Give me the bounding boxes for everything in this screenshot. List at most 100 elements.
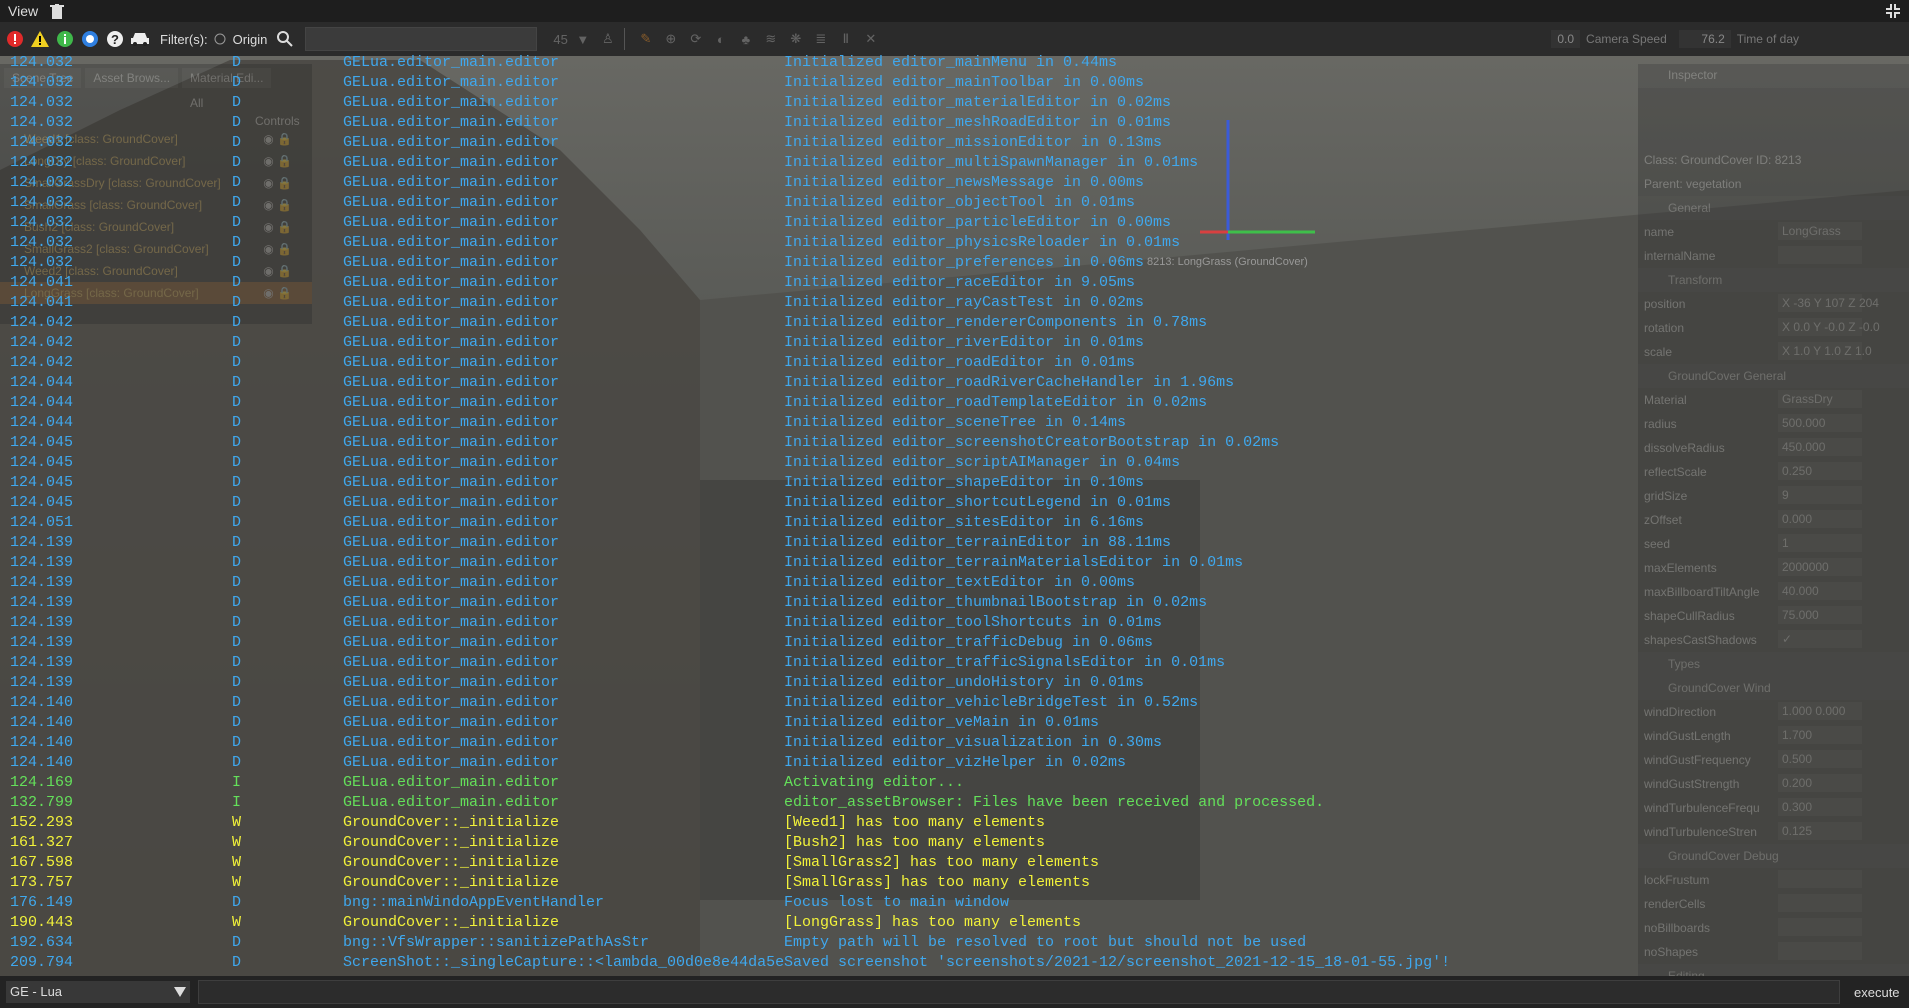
log-line[interactable]: 124.032 D GELua.editor_main.editor Initiali…: [0, 213, 1638, 233]
vehicle-icon[interactable]: [130, 29, 150, 49]
menu-view[interactable]: View: [0, 3, 46, 19]
log-line[interactable]: 124.042 D GELua.editor_main.editor Initiali…: [0, 333, 1638, 353]
navigation-icon[interactable]: ✕: [861, 29, 881, 49]
log-line[interactable]: 124.032 D GELua.editor_main.editor Initiali…: [0, 233, 1638, 253]
log-line[interactable]: 161.327 W GroundCover::_initialize [Bush2] …: [0, 833, 1638, 853]
log-line[interactable]: 124.032 D GELua.editor_main.editor Initiali…: [0, 253, 1638, 273]
inspector-section[interactable]: GroundCover Wind: [1638, 676, 1909, 700]
mesh-road-icon[interactable]: ≣: [811, 29, 831, 49]
log-line[interactable]: 124.045 D GELua.editor_main.editor Initiali…: [0, 493, 1638, 513]
log-line[interactable]: 124.032 D GELua.editor_main.editor Initiali…: [0, 113, 1638, 133]
river-tool-icon[interactable]: Ⅱ: [836, 29, 856, 49]
inspector-field-value[interactable]: 0.500: [1778, 750, 1862, 768]
log-line[interactable]: 124.032 D GELua.editor_main.editor Initiali…: [0, 73, 1638, 93]
origin-x-value[interactable]: 0.0: [1551, 30, 1581, 48]
inspector-field-value[interactable]: 0.000: [1778, 510, 1862, 528]
log-line[interactable]: 167.598 W GroundCover::_initialize [SmallGr…: [0, 853, 1638, 873]
inspector-section[interactable]: Transform: [1638, 268, 1909, 292]
inspector-field-value[interactable]: [1778, 894, 1862, 912]
search-input[interactable]: [305, 27, 538, 51]
inspector-field-value[interactable]: LongGrass: [1778, 222, 1862, 240]
inspector-field-value[interactable]: X -36 Y 107 Z 204: [1778, 294, 1879, 312]
log-line[interactable]: 124.041 D GELua.editor_main.editor Initiali…: [0, 293, 1638, 313]
log-line[interactable]: 124.044 D GELua.editor_main.editor Initiali…: [0, 393, 1638, 413]
log-line[interactable]: 190.443 W GroundCover::_initialize [LongGra…: [0, 913, 1638, 933]
log-line[interactable]: 124.044 D GELua.editor_main.editor Initiali…: [0, 373, 1638, 393]
inspector-field-value[interactable]: GrassDry: [1778, 390, 1862, 408]
inspector-field-value[interactable]: 2000000: [1778, 558, 1862, 576]
add-object-icon[interactable]: ⊕: [661, 29, 681, 49]
origin-label[interactable]: Origin: [233, 32, 268, 47]
log-line[interactable]: 124.032 D GELua.editor_main.editor Initiali…: [0, 153, 1638, 173]
chevron-down-icon[interactable]: ▼: [573, 29, 593, 49]
log-line[interactable]: 176.149 Dbng::mainWindoAppEventHandler Foc…: [0, 893, 1638, 913]
snap-angle-value[interactable]: 45: [553, 32, 567, 47]
road-tool-icon[interactable]: ⟳: [686, 29, 706, 49]
inspector-field-value[interactable]: 0.300: [1778, 798, 1862, 816]
log-line[interactable]: 152.293 W GroundCover::_initialize [Weed1] …: [0, 813, 1638, 833]
decal-tool-icon[interactable]: ❋: [786, 29, 806, 49]
log-line[interactable]: 124.140 D GELua.editor_main.editor Initiali…: [0, 753, 1638, 773]
terrain-tool-icon[interactable]: ◐: [711, 29, 731, 49]
error-filter-icon[interactable]: [5, 29, 25, 49]
log-line[interactable]: 124.140 D GELua.editor_main.editor Initiali…: [0, 693, 1638, 713]
log-line[interactable]: 124.139 D GELua.editor_main.editor Initiali…: [0, 653, 1638, 673]
inspector-field-value[interactable]: 40.000: [1778, 582, 1862, 600]
log-line[interactable]: 124.140 D GELua.editor_main.editor Initiali…: [0, 713, 1638, 733]
camera-speed-value[interactable]: 76.2: [1678, 30, 1731, 48]
inspector-section[interactable]: Types: [1638, 652, 1909, 676]
inspector-field-value[interactable]: 500.000: [1778, 414, 1862, 432]
inspector-field-value[interactable]: 450.000: [1778, 438, 1862, 456]
log-line[interactable]: 124.045 D GELua.editor_main.editor Initiali…: [0, 433, 1638, 453]
log-line[interactable]: 124.051 D GELua.editor_main.editor Initiali…: [0, 513, 1638, 533]
inspector-field-value[interactable]: [1778, 942, 1862, 960]
inspector-field-value[interactable]: X 1.0 Y 1.0 Z 1.0: [1778, 342, 1872, 360]
log-line[interactable]: 124.169 I GELua.editor_main.editor Activati…: [0, 773, 1638, 793]
log-line[interactable]: 124.139 D GELua.editor_main.editor Initiali…: [0, 673, 1638, 693]
log-line[interactable]: 124.044 D GELua.editor_main.editor Initiali…: [0, 413, 1638, 433]
command-input[interactable]: [198, 980, 1840, 1004]
inspector-section[interactable]: GroundCover Debug: [1638, 844, 1909, 868]
layers-icon[interactable]: ≋: [761, 29, 781, 49]
warning-filter-icon[interactable]: [30, 29, 50, 49]
pivot-icon[interactable]: ♙: [598, 29, 618, 49]
inspector-field-value[interactable]: X 0.0 Y -0.0 Z -0.0: [1778, 318, 1880, 336]
inspector-section[interactable]: GroundCover General: [1638, 364, 1909, 388]
log-line[interactable]: 124.032 D GELua.editor_main.editor Initiali…: [0, 193, 1638, 213]
inspector-field-value[interactable]: 9: [1778, 486, 1862, 504]
inspector-field-value[interactable]: ✓: [1778, 630, 1862, 648]
log-line[interactable]: 124.041 D GELua.editor_main.editor Initiali…: [0, 273, 1638, 293]
console-log[interactable]: 124.032 D GELua.editor_main.editor Initiali…: [0, 53, 1638, 973]
log-line[interactable]: 124.139 D GELua.editor_main.editor Initiali…: [0, 613, 1638, 633]
debug-filter-icon[interactable]: [80, 29, 100, 49]
info-filter-icon[interactable]: [55, 29, 75, 49]
fullscreen-icon[interactable]: [1885, 3, 1901, 19]
inspector-field-value[interactable]: 1.700: [1778, 726, 1862, 744]
execute-button[interactable]: execute: [1846, 982, 1908, 1003]
log-line[interactable]: 124.139 D GELua.editor_main.editor Initiali…: [0, 633, 1638, 653]
log-line[interactable]: 209.794 D ScreenShot::_singleCapture::<lam…: [0, 953, 1638, 973]
inspector-section[interactable]: General: [1638, 196, 1909, 220]
inspector-field-value[interactable]: 75.000: [1778, 606, 1862, 624]
inspector-field-value[interactable]: 0.125: [1778, 822, 1862, 840]
inspector-field-value[interactable]: 1.000 0.000: [1778, 702, 1862, 720]
log-line[interactable]: 124.140 D GELua.editor_main.editor Initiali…: [0, 733, 1638, 753]
log-line[interactable]: 124.139 D GELua.editor_main.editor Initiali…: [0, 533, 1638, 553]
log-line[interactable]: 192.634 Dbng::VfsWrapper::sanitizePathAsS…: [0, 933, 1638, 953]
trash-icon[interactable]: [50, 3, 65, 19]
help-icon[interactable]: ?: [105, 29, 125, 49]
log-line[interactable]: 124.032 D GELua.editor_main.editor Initiali…: [0, 53, 1638, 73]
pencil-icon[interactable]: ✎: [636, 29, 656, 49]
forest-tool-icon[interactable]: ♣: [736, 29, 756, 49]
log-line[interactable]: 124.032 D GELua.editor_main.editor Initiali…: [0, 133, 1638, 153]
inspector-field-value[interactable]: [1778, 870, 1862, 888]
inspector-field-value[interactable]: 0.200: [1778, 774, 1862, 792]
inspector-field-value[interactable]: 1: [1778, 534, 1862, 552]
log-line[interactable]: 124.139 D GELua.editor_main.editor Initiali…: [0, 553, 1638, 573]
language-select[interactable]: GE - Lua: [6, 981, 190, 1003]
inspector-field-value[interactable]: 0.250: [1778, 462, 1862, 480]
log-line[interactable]: 124.139 D GELua.editor_main.editor Initiali…: [0, 573, 1638, 593]
log-line[interactable]: 173.757 W GroundCover::_initialize [SmallGr…: [0, 873, 1638, 893]
log-line[interactable]: 124.045 D GELua.editor_main.editor Initiali…: [0, 473, 1638, 493]
inspector-field-value[interactable]: [1778, 246, 1862, 264]
